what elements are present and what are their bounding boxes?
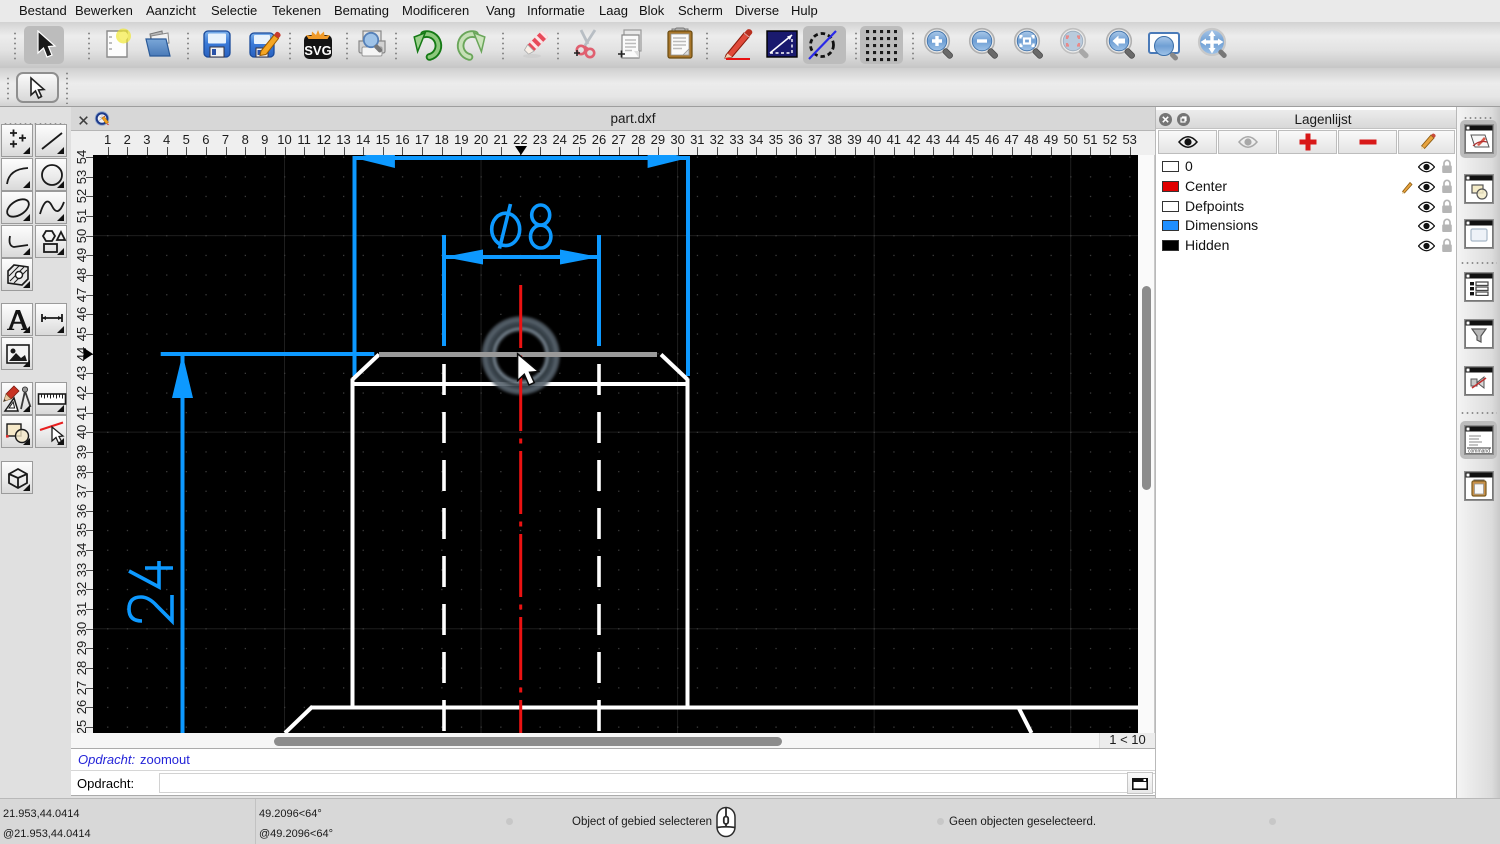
svg-text:SVG: SVG: [304, 43, 331, 58]
svg-text:command: command: [1468, 449, 1490, 455]
